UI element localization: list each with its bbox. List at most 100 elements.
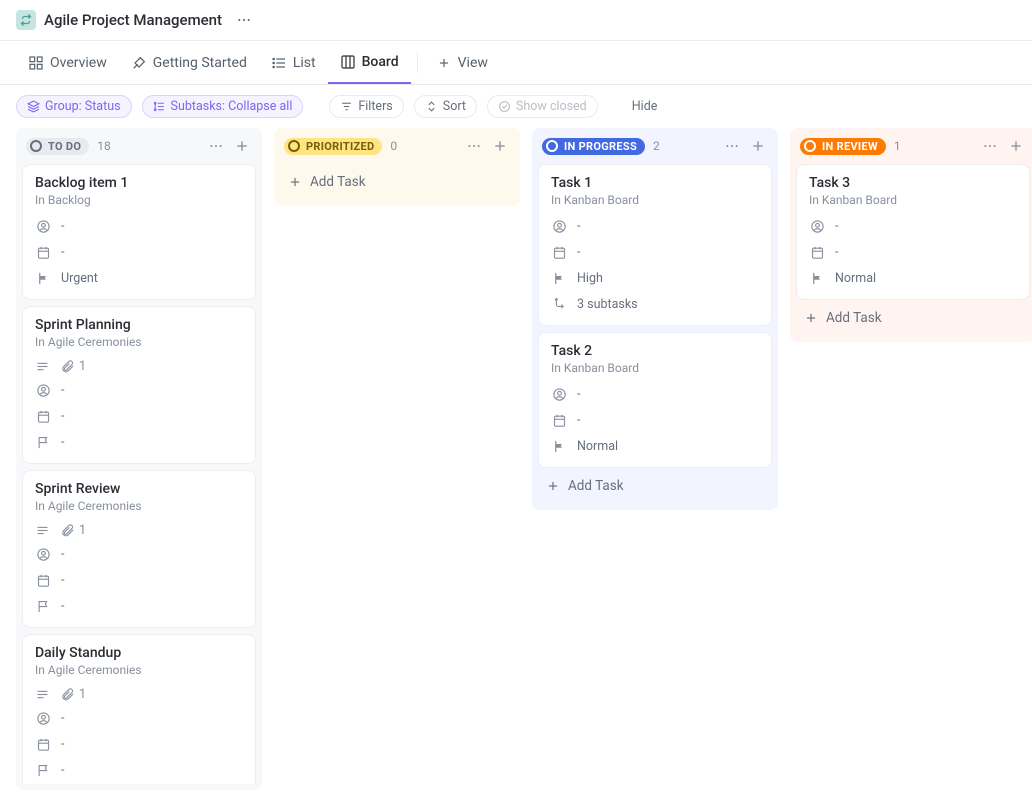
task-card[interactable]: Sprint Planning In Agile Ceremonies 1 - … [22,306,256,464]
status-dot-icon [30,140,42,152]
date-icon [35,244,51,260]
card-priority-row: - [35,593,243,619]
tab-overview[interactable]: Overview [16,41,119,84]
card-date-row: - [35,239,243,265]
date-value: - [61,737,64,752]
column-todo: TO DO 18 Backlog item 1 In Backlog - - U… [16,128,262,790]
column-count: 2 [653,139,660,153]
column-more-button[interactable] [206,136,226,156]
assignee-value: - [61,711,64,726]
attachment-icon [60,687,75,702]
page-more-button[interactable] [230,10,258,30]
flag-icon [551,270,567,286]
status-chip-todo[interactable]: TO DO [26,138,89,155]
task-card[interactable]: Sprint Review In Agile Ceremonies 1 - - … [22,470,256,628]
date-value: - [577,413,580,428]
column-prioritized: PRIORITIZED 0 Add Task [274,128,520,206]
add-task-button[interactable]: Add Task [274,164,520,200]
date-icon [551,244,567,260]
card-location: In Agile Ceremonies [35,499,243,513]
status-label: TO DO [48,140,81,153]
plus-icon [436,55,452,71]
column-more-button[interactable] [722,136,742,156]
filters-button[interactable]: Filters [329,95,403,118]
status-dot-icon [288,140,300,152]
card-title: Sprint Review [35,481,243,497]
status-label: IN PROGRESS [564,140,637,153]
task-card[interactable]: Daily Standup In Agile Ceremonies 1 - - … [22,634,256,784]
column-header: IN REVIEW 1 [790,128,1032,164]
column-cards: Task 1 In Kanban Board - - High 3 subtas… [532,164,778,468]
date-icon [809,244,825,260]
tab-board[interactable]: Board [328,41,411,84]
subtasks-label: Subtasks: Collapse all [171,99,293,114]
board-toolbar: Group: Status Subtasks: Collapse all Fil… [0,85,1032,128]
assignee-value: - [577,387,580,402]
check-circle-icon [498,100,511,113]
subtasks-value: 3 subtasks [577,297,638,312]
card-title: Task 2 [551,343,759,359]
date-icon [35,572,51,588]
flag-icon [35,270,51,286]
column-add-button[interactable] [490,136,510,156]
board-icon [340,54,356,70]
card-location: In Kanban Board [809,193,1017,207]
subtasks-pill[interactable]: Subtasks: Collapse all [142,95,304,118]
add-task-label: Add Task [826,310,882,326]
card-assignee-row: - [551,381,759,407]
add-view-button[interactable]: View [424,41,500,84]
tab-divider [417,53,418,73]
status-dot-icon [804,140,816,152]
assignee-value: - [61,547,64,562]
card-title: Task 1 [551,175,759,191]
sort-button[interactable]: Sort [414,95,477,118]
add-task-button[interactable]: Add Task [790,300,1032,336]
group-by-pill[interactable]: Group: Status [16,95,132,118]
date-icon [35,736,51,752]
subtask-icon [153,100,166,113]
status-chip-in-review[interactable]: IN REVIEW [800,138,886,155]
column-add-button[interactable] [232,136,252,156]
card-assignee-row: - [35,541,243,567]
card-date-row: - [35,567,243,593]
add-task-button[interactable]: Add Task [532,468,778,504]
card-title: Daily Standup [35,645,243,661]
priority-value: - [61,435,64,450]
column-header: PRIORITIZED 0 [274,128,520,164]
card-location: In Agile Ceremonies [35,663,243,677]
flag-icon [809,270,825,286]
card-attachments: 1 [35,683,243,705]
group-label: Group: Status [45,99,121,114]
task-card[interactable]: Task 1 In Kanban Board - - High 3 subtas… [538,164,772,326]
flag-icon [551,438,567,454]
filter-icon [340,100,353,113]
column-more-button[interactable] [464,136,484,156]
card-priority-row: High [551,265,759,291]
column-add-button[interactable] [748,136,768,156]
tab-getting-started[interactable]: Getting Started [119,41,259,84]
hide-button[interactable]: Hide [624,96,666,117]
card-assignee-row: - [35,377,243,403]
show-closed-button[interactable]: Show closed [487,95,598,118]
task-card[interactable]: Backlog item 1 In Backlog - - Urgent [22,164,256,300]
column-more-button[interactable] [980,136,1000,156]
assignee-icon [809,218,825,234]
column-add-button[interactable] [1006,136,1026,156]
card-priority-row: Normal [551,433,759,459]
tab-label: List [293,55,316,71]
assignee-value: - [835,219,838,234]
priority-value: Urgent [61,271,98,286]
assignee-icon [551,386,567,402]
kanban-board: TO DO 18 Backlog item 1 In Backlog - - U… [0,128,1032,806]
task-card[interactable]: Task 2 In Kanban Board - - Normal [538,332,772,468]
list-icon [271,55,287,71]
status-chip-prioritized[interactable]: PRIORITIZED [284,138,382,155]
column-cards: Backlog item 1 In Backlog - - Urgent Spr… [16,164,262,784]
status-chip-in-progress[interactable]: IN PROGRESS [542,138,645,155]
task-card[interactable]: Task 3 In Kanban Board - - Normal [796,164,1030,300]
card-assignee-row: - [35,705,243,731]
card-date-row: - [35,731,243,757]
getting-started-icon [131,55,147,71]
priority-value: Normal [835,271,876,286]
tab-list[interactable]: List [259,41,328,84]
